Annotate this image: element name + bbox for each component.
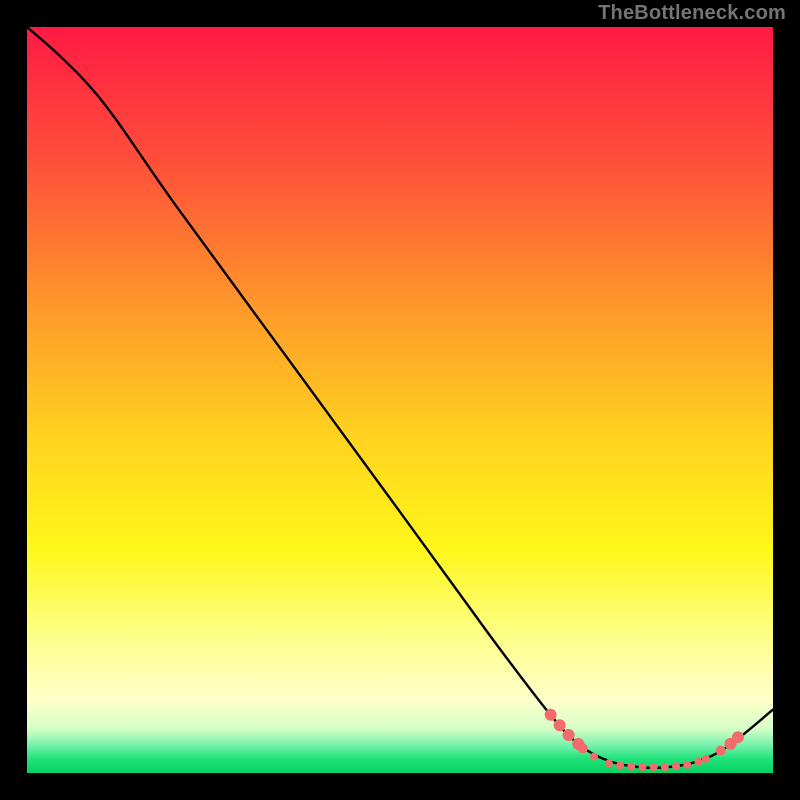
data-marker [683,761,691,769]
data-marker [694,758,702,766]
plot-area [27,27,773,773]
data-marker [702,755,710,763]
data-marker [578,743,588,753]
data-marker [716,746,726,756]
data-marker [661,763,669,771]
data-marker [605,759,613,767]
attribution-label: TheBottleneck.com [598,2,786,25]
chart-svg [27,27,773,773]
data-marker [627,763,635,771]
data-marker [672,762,680,770]
data-marker [638,763,646,771]
data-marker [563,729,575,741]
gradient-background [27,27,773,773]
data-marker [650,763,658,771]
data-marker [732,731,744,743]
data-marker [616,762,624,770]
data-marker [554,719,566,731]
data-marker [590,753,598,761]
chart-frame: TheBottleneck.com [0,0,800,800]
data-marker [545,709,557,721]
